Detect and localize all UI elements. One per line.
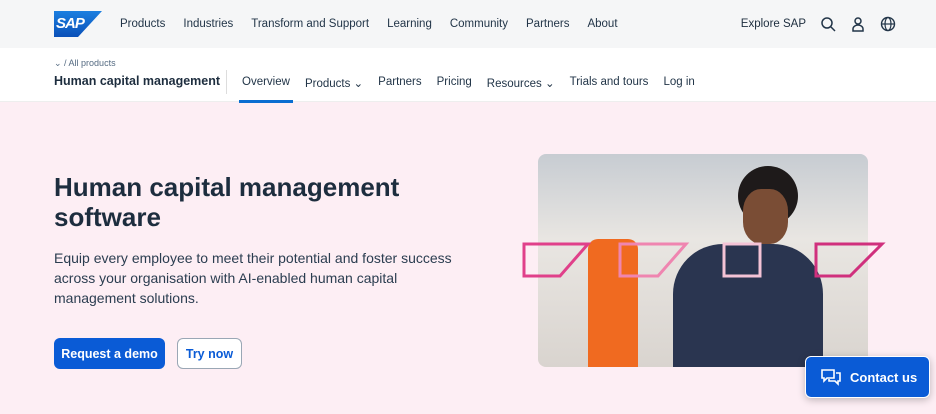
tab-partners[interactable]: Partners: [378, 76, 421, 90]
chat-icon: [821, 369, 841, 386]
explore-sap-link[interactable]: Explore SAP: [741, 18, 806, 30]
hero-description: Equip every employee to meet their poten…: [54, 250, 452, 306]
tab-pricing[interactable]: Pricing: [437, 76, 472, 90]
tab-products[interactable]: Products ⌄: [305, 76, 363, 90]
search-icon[interactable]: [820, 16, 836, 32]
nav-partners[interactable]: Partners: [526, 18, 569, 30]
divider: [226, 70, 227, 94]
sap-logo[interactable]: SAP: [54, 11, 102, 37]
nav-about[interactable]: About: [587, 18, 617, 30]
globe-icon[interactable]: [880, 16, 896, 32]
hero-title: Human capital management software: [54, 172, 400, 232]
nav-products[interactable]: Products: [120, 18, 165, 30]
product-title[interactable]: Human capital management: [54, 74, 220, 88]
nav-learning[interactable]: Learning: [387, 18, 432, 30]
tab-overview[interactable]: Overview: [239, 76, 293, 103]
nav-transform-support[interactable]: Transform and Support: [251, 18, 369, 30]
breadcrumb[interactable]: ⌄ / All products: [54, 58, 116, 69]
nav-community[interactable]: Community: [450, 18, 508, 30]
contact-us-label: Contact us: [850, 369, 918, 385]
tab-login[interactable]: Log in: [663, 76, 694, 90]
global-header: SAP Products Industries Transform and Su…: [0, 0, 936, 48]
tab-resources[interactable]: Resources ⌄: [487, 76, 555, 90]
main-nav: Products Industries Transform and Suppor…: [120, 18, 618, 30]
decorative-shapes: [522, 242, 886, 278]
tab-trials[interactable]: Trials and tours: [570, 76, 649, 90]
request-demo-button[interactable]: Request a demo: [54, 338, 165, 369]
product-subheader: ⌄ / All products Human capital managemen…: [0, 48, 936, 103]
nav-industries[interactable]: Industries: [183, 18, 233, 30]
try-now-button[interactable]: Try now: [177, 338, 242, 369]
contact-us-button[interactable]: Contact us: [805, 356, 930, 398]
user-icon[interactable]: [850, 16, 866, 32]
